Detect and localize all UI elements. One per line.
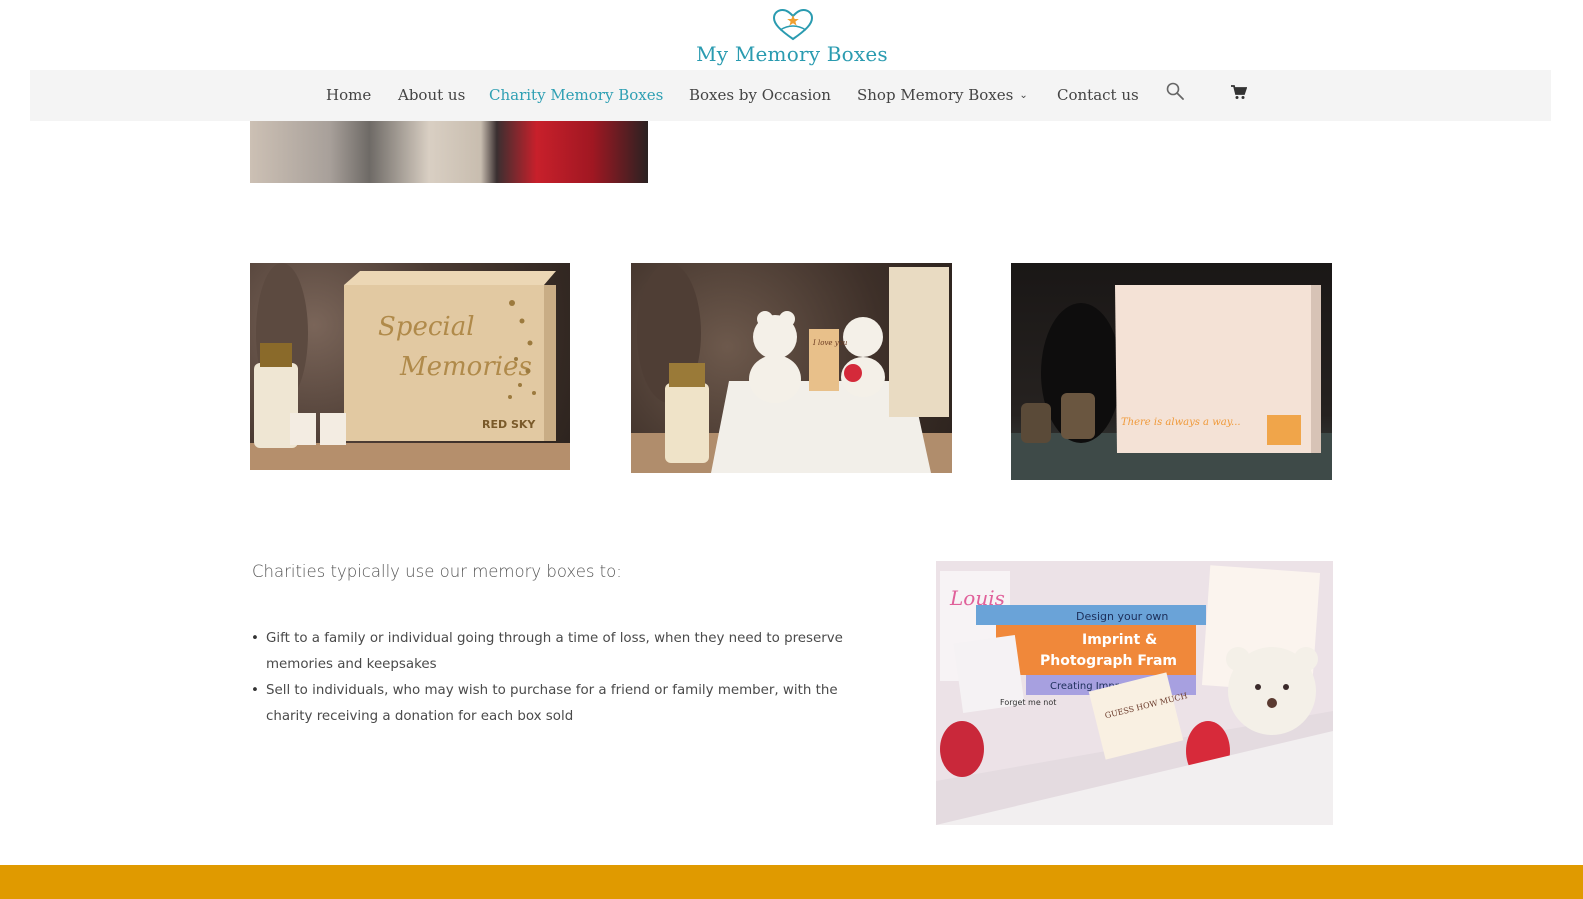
white-memory-box-photo: There is always a way... [1011, 263, 1332, 480]
charity-uses-list: Gift to a family or individual going thr… [251, 626, 882, 730]
red-sky-memory-box-photo: Special Memories RED SKY [250, 263, 570, 470]
cart-icon[interactable] [1231, 85, 1248, 105]
red-sky-memory-box-illustration: Special Memories RED SKY [250, 263, 570, 470]
heart-logo-icon [772, 8, 814, 41]
box3-tagline: There is always a way... [1121, 417, 1241, 428]
footer-band [0, 865, 1583, 899]
logo-text: My Memory Boxes [696, 42, 888, 66]
teddy-bear-memory-box-illustration: I love you [631, 263, 952, 473]
people-with-memory-box-photo [250, 121, 648, 183]
white-memory-box-illustration: There is always a way... [1011, 285, 1332, 480]
box2-card-text: I love you [812, 339, 848, 347]
main-navigation: Home About us Charity Memory Boxes Boxes… [30, 70, 1551, 121]
box4-tag: Forget me not [1000, 698, 1056, 707]
box1-text-line1: Special [378, 312, 475, 342]
search-icon[interactable] [1166, 82, 1184, 105]
nav-contact-us[interactable]: Contact us [1057, 86, 1139, 104]
box1-brand: RED SKY [482, 418, 536, 431]
teddy-bear-memory-box-photo: I love you [631, 263, 952, 473]
site-logo[interactable]: My Memory Boxes [0, 6, 1583, 66]
imprint-kit-memory-box-photo: Louis Design your own Imprint & Photogra… [936, 561, 1333, 825]
box4-banner-2b: Photograph Fram [1040, 653, 1177, 669]
nav-shop-memory-boxes-label: Shop Memory Boxes [857, 86, 1014, 104]
nav-home[interactable]: Home [326, 86, 371, 104]
nav-boxes-by-occasion[interactable]: Boxes by Occasion [689, 86, 831, 104]
list-item: Sell to individuals, who may wish to pur… [251, 678, 882, 730]
box4-banner-1: Design your own [1076, 610, 1168, 623]
nav-about-us[interactable]: About us [398, 86, 465, 104]
nav-shop-memory-boxes[interactable]: Shop Memory Boxes ⌄ [857, 86, 1028, 104]
list-item: Gift to a family or individual going thr… [251, 626, 882, 678]
chevron-down-icon: ⌄ [1019, 90, 1028, 101]
imprint-kit-memory-box-illustration: Louis Design your own Imprint & Photogra… [936, 561, 1333, 825]
box1-text-line2: Memories [399, 352, 532, 382]
box4-banner-2a: Imprint & [1082, 632, 1157, 648]
nav-charity-memory-boxes[interactable]: Charity Memory Boxes [489, 86, 663, 104]
section-title: Charities typically use our memory boxes… [252, 562, 622, 581]
